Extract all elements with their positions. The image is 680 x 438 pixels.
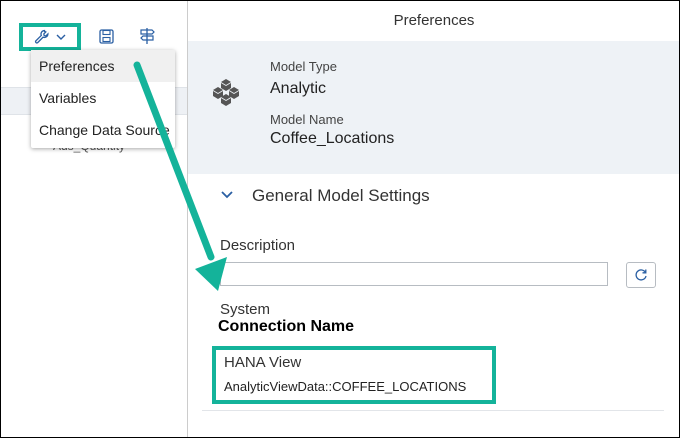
left-pane: Ads_Quantity Preferences Variables Chang… xyxy=(1,1,187,437)
cube-icon xyxy=(213,79,239,106)
tools-dropdown-menu: Preferences Variables Change Data Source xyxy=(31,50,175,148)
general-model-settings-header[interactable]: General Model Settings xyxy=(188,174,679,220)
system-label: System xyxy=(220,301,271,318)
refresh-icon xyxy=(635,269,647,281)
section-title: General Model Settings xyxy=(252,186,430,205)
chevron-down-icon xyxy=(221,191,233,199)
hana-view-label: HANA View xyxy=(224,354,302,371)
model-name-label: Model Name xyxy=(270,112,344,127)
preferences-panel: Preferences Model Type Analytic Model Na… xyxy=(188,1,679,437)
menu-item-preferences[interactable]: Preferences xyxy=(31,50,175,82)
model-type-label: Model Type xyxy=(270,59,337,74)
model-name-value: Coffee_Locations xyxy=(270,130,395,147)
model-info-header: Model Type Analytic Model Name Coffee_Lo… xyxy=(188,41,679,174)
signpost-icon xyxy=(140,28,155,44)
chevron-down-icon xyxy=(56,34,66,40)
signpost-button[interactable] xyxy=(139,27,155,50)
menu-item-variables[interactable]: Variables xyxy=(31,82,175,114)
model-type-value: Analytic xyxy=(270,80,327,97)
description-input[interactable] xyxy=(220,262,608,286)
connection-name: Connection Name xyxy=(218,318,355,335)
section-divider xyxy=(202,410,664,411)
page-title: Preferences xyxy=(188,1,679,41)
wrench-icon xyxy=(34,29,49,44)
tools-menu-button[interactable] xyxy=(19,23,81,51)
hana-view-value: AnalyticViewData::COFFEE_LOCATIONS xyxy=(224,379,467,394)
screenshot-frame: Ads_Quantity Preferences Variables Chang… xyxy=(0,0,680,438)
save-icon xyxy=(99,29,114,44)
refresh-button[interactable] xyxy=(626,262,656,288)
save-button[interactable] xyxy=(99,29,114,49)
menu-item-change-data-source[interactable]: Change Data Source xyxy=(31,114,175,146)
hana-view-highlight: HANA View AnalyticViewData::COFFEE_LOCAT… xyxy=(212,346,496,404)
description-label: Description xyxy=(220,237,296,254)
